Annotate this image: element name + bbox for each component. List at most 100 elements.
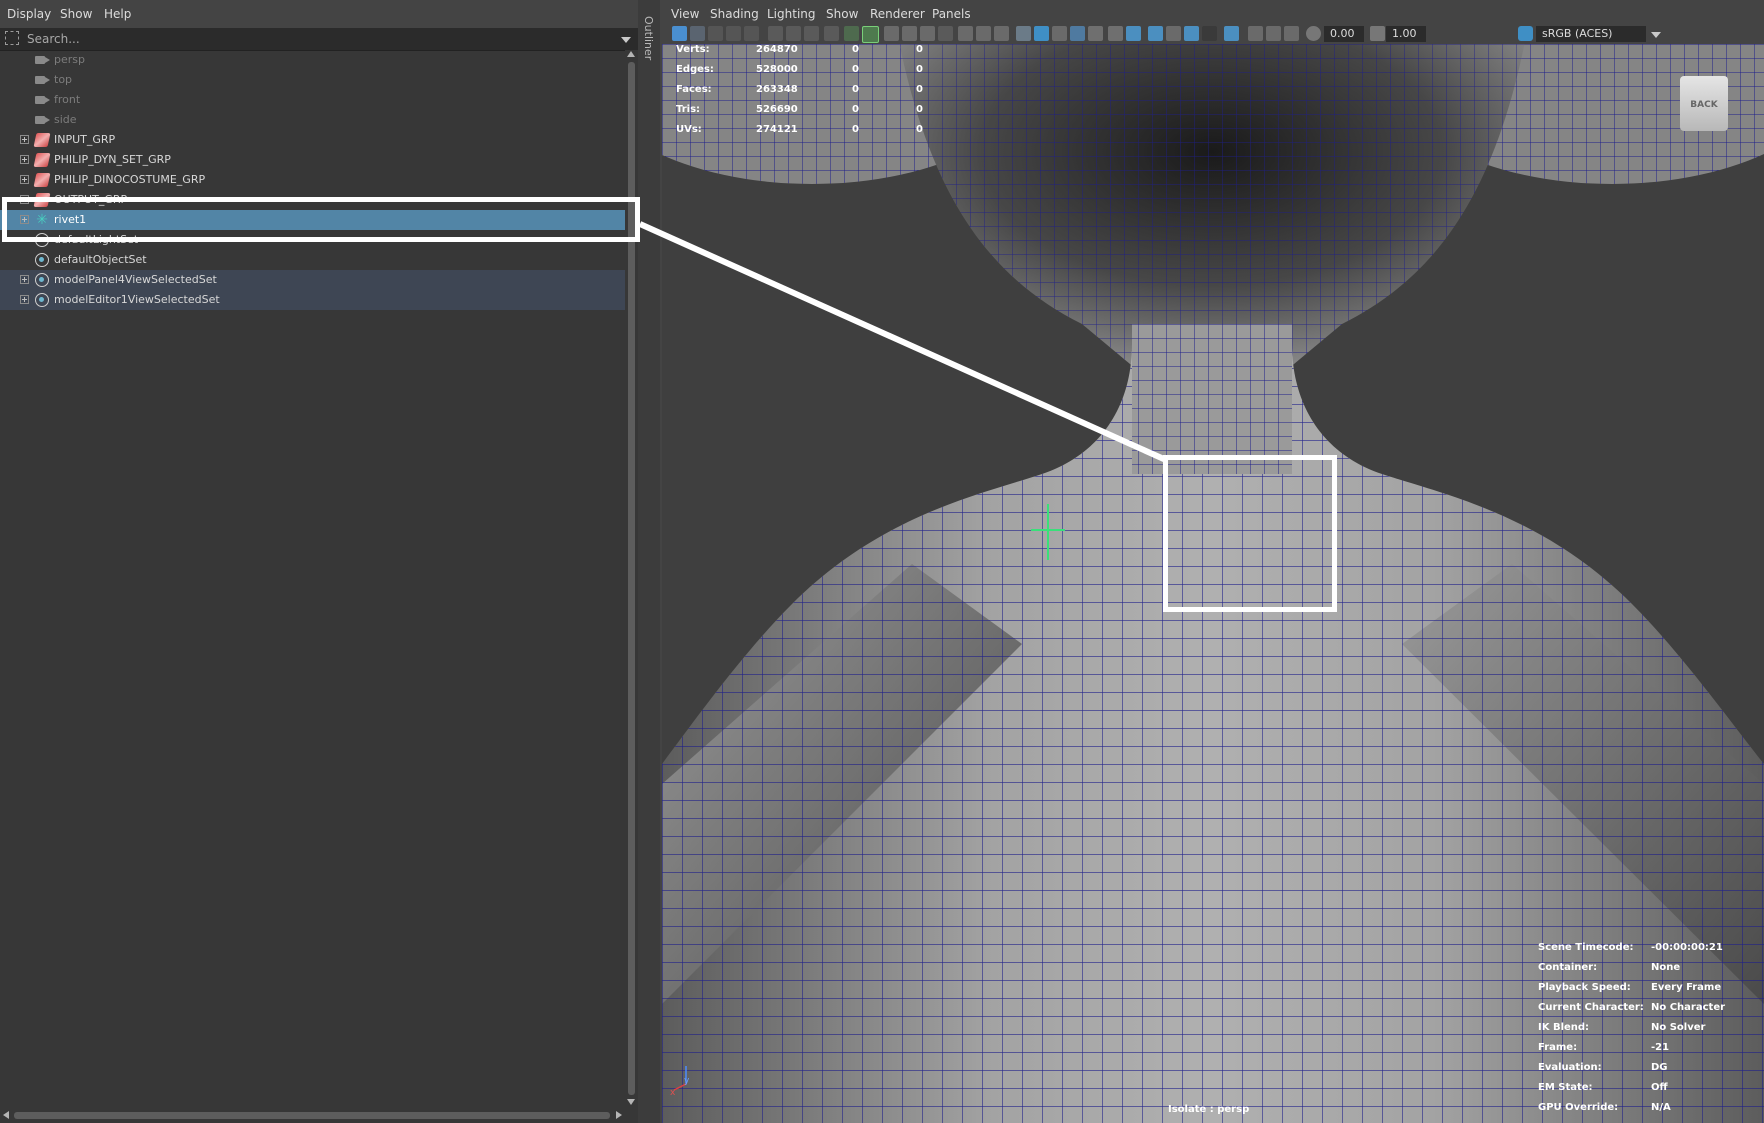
hud-value: Every Frame — [1651, 982, 1722, 993]
antialiasing-icon[interactable] — [1184, 26, 1199, 41]
tree-item-label: top — [54, 73, 73, 86]
wireframe-icon[interactable] — [1016, 26, 1031, 41]
neck-wire — [1132, 324, 1292, 474]
gamma-field[interactable]: 1.00 — [1386, 26, 1426, 42]
color-space-select[interactable]: sRGB (ACES) — [1536, 26, 1646, 42]
field-chart-icon[interactable] — [824, 26, 839, 41]
xray-active-icon[interactable] — [1266, 26, 1281, 41]
camera-icon — [35, 56, 50, 64]
hud-scene-info: Scene Timecode: -00:00:00:21 Container: No… — [1538, 942, 1758, 1122]
hud-label: Verts: — [676, 44, 710, 55]
bookmark-icon[interactable] — [708, 26, 723, 41]
gate-mask-toggle-icon[interactable] — [938, 26, 953, 41]
grid-icon[interactable] — [884, 26, 899, 41]
tree-item-persp[interactable]: persp — [0, 50, 625, 70]
camera-icon — [35, 96, 50, 104]
motion-blur-icon[interactable] — [1166, 26, 1181, 41]
xray-joints-icon[interactable] — [1248, 26, 1263, 41]
expand-icon[interactable] — [20, 295, 29, 304]
hud-label: Evaluation: — [1538, 1062, 1602, 1073]
scroll-right-icon[interactable] — [616, 1111, 622, 1119]
tree-item-default-object-set[interactable]: defaultObjectSet — [0, 250, 625, 270]
outliner-horizontal-scrollbar[interactable] — [0, 1107, 625, 1123]
smooth-shade-icon[interactable] — [1034, 26, 1049, 41]
expand-icon[interactable] — [20, 155, 29, 164]
scroll-thumb[interactable] — [14, 1112, 610, 1119]
hud-label: Scene Timecode: — [1538, 942, 1634, 953]
select-camera-icon[interactable] — [672, 26, 687, 41]
gamma-icon[interactable] — [1370, 26, 1385, 41]
lights-icon[interactable] — [1108, 26, 1123, 41]
hud-label: Frame: — [1538, 1042, 1578, 1053]
hud-value: -00:00:00:21 — [1651, 942, 1723, 953]
hud-label: Tris: — [676, 104, 701, 115]
hud-value: 0 — [916, 124, 923, 135]
scroll-left-icon[interactable] — [3, 1111, 9, 1119]
tree-item-philip-dinocostume-grp[interactable]: PHILIP_DINOCOSTUME_GRP — [0, 170, 625, 190]
tree-item-input-grp[interactable]: INPUT_GRP — [0, 130, 625, 150]
hud-value: No Solver — [1651, 1022, 1706, 1033]
pencil-icon[interactable] — [862, 26, 879, 43]
backface-icon[interactable] — [1284, 26, 1299, 41]
shadows-icon[interactable] — [1126, 26, 1141, 41]
camera-2d-pan-icon[interactable] — [786, 26, 801, 41]
xray-icon[interactable] — [1088, 26, 1103, 41]
search-input[interactable] — [27, 29, 617, 49]
group-icon — [33, 133, 51, 147]
hud-value: 528000 — [756, 64, 798, 75]
tree-item-side[interactable]: side — [0, 110, 625, 130]
image-plane-icon[interactable] — [726, 26, 741, 41]
gate-mask-icon[interactable] — [804, 26, 819, 41]
hud-value: -21 — [1651, 1042, 1670, 1053]
isolate-label: Isolate : persp — [1168, 1104, 1250, 1115]
scroll-down-icon[interactable] — [627, 1099, 635, 1105]
hud-value: DG — [1651, 1062, 1668, 1073]
chevron-down-icon[interactable] — [621, 37, 631, 43]
textured-icon[interactable] — [1070, 26, 1085, 41]
scroll-up-icon[interactable] — [627, 51, 635, 57]
wireframe-on-shaded-icon[interactable] — [1052, 26, 1067, 41]
hud-value: 0 — [916, 84, 923, 95]
camera-icon[interactable] — [768, 26, 783, 41]
tree-item-top[interactable]: top — [0, 70, 625, 90]
ambient-occlusion-icon[interactable] — [1148, 26, 1163, 41]
hud-value: 264870 — [756, 44, 798, 55]
hud-value: 0 — [852, 64, 859, 75]
hud-value: 526690 — [756, 104, 798, 115]
tree-item-philip-dyn-set-grp[interactable]: PHILIP_DYN_SET_GRP — [0, 150, 625, 170]
snap-icon[interactable] — [844, 26, 859, 41]
text-icon[interactable] — [994, 26, 1009, 41]
menu-help[interactable]: Help — [104, 0, 131, 28]
tree-item-model-panel4-view-selected-set[interactable]: modelPanel4ViewSelectedSet — [0, 270, 625, 290]
camera-attributes-icon[interactable] — [690, 26, 705, 41]
chevron-down-icon[interactable] — [1651, 32, 1661, 38]
exposure-field[interactable]: 0.00 — [1324, 26, 1364, 42]
safe-action-icon[interactable] — [958, 26, 973, 41]
expand-icon[interactable] — [20, 175, 29, 184]
menu-display[interactable]: Display — [7, 0, 51, 28]
annotation-box-outliner — [2, 197, 640, 242]
hud-label: Playback Speed: — [1538, 982, 1631, 993]
safe-title-icon[interactable] — [976, 26, 991, 41]
outliner-side-tab[interactable]: Outliner — [638, 0, 660, 1123]
exposure-icon[interactable] — [1306, 26, 1321, 41]
expand-icon[interactable] — [20, 135, 29, 144]
set-icon — [35, 293, 49, 307]
tree-item-label: defaultObjectSet — [54, 253, 147, 266]
hud-value: 0 — [852, 84, 859, 95]
menu-show[interactable]: Show — [60, 0, 92, 28]
film-gate-icon[interactable] — [902, 26, 917, 41]
tree-item-front[interactable]: front — [0, 90, 625, 110]
depth-of-field-icon[interactable] — [1202, 26, 1217, 41]
isolate-select-icon[interactable] — [1224, 26, 1239, 41]
color-management-icon[interactable] — [1518, 26, 1533, 41]
view-cube[interactable]: BACK — [1680, 76, 1728, 131]
filter-icon[interactable] — [5, 31, 19, 45]
tree-item-model-editor1-view-selected-set[interactable]: modelEditor1ViewSelectedSet — [0, 290, 625, 310]
resolution-gate-icon[interactable] — [920, 26, 935, 41]
grease-pencil-icon[interactable] — [744, 26, 759, 41]
hud-value: N/A — [1651, 1102, 1671, 1113]
hud-value: 0 — [852, 104, 859, 115]
expand-icon[interactable] — [20, 275, 29, 284]
hud-label: Current Character: — [1538, 1002, 1644, 1013]
